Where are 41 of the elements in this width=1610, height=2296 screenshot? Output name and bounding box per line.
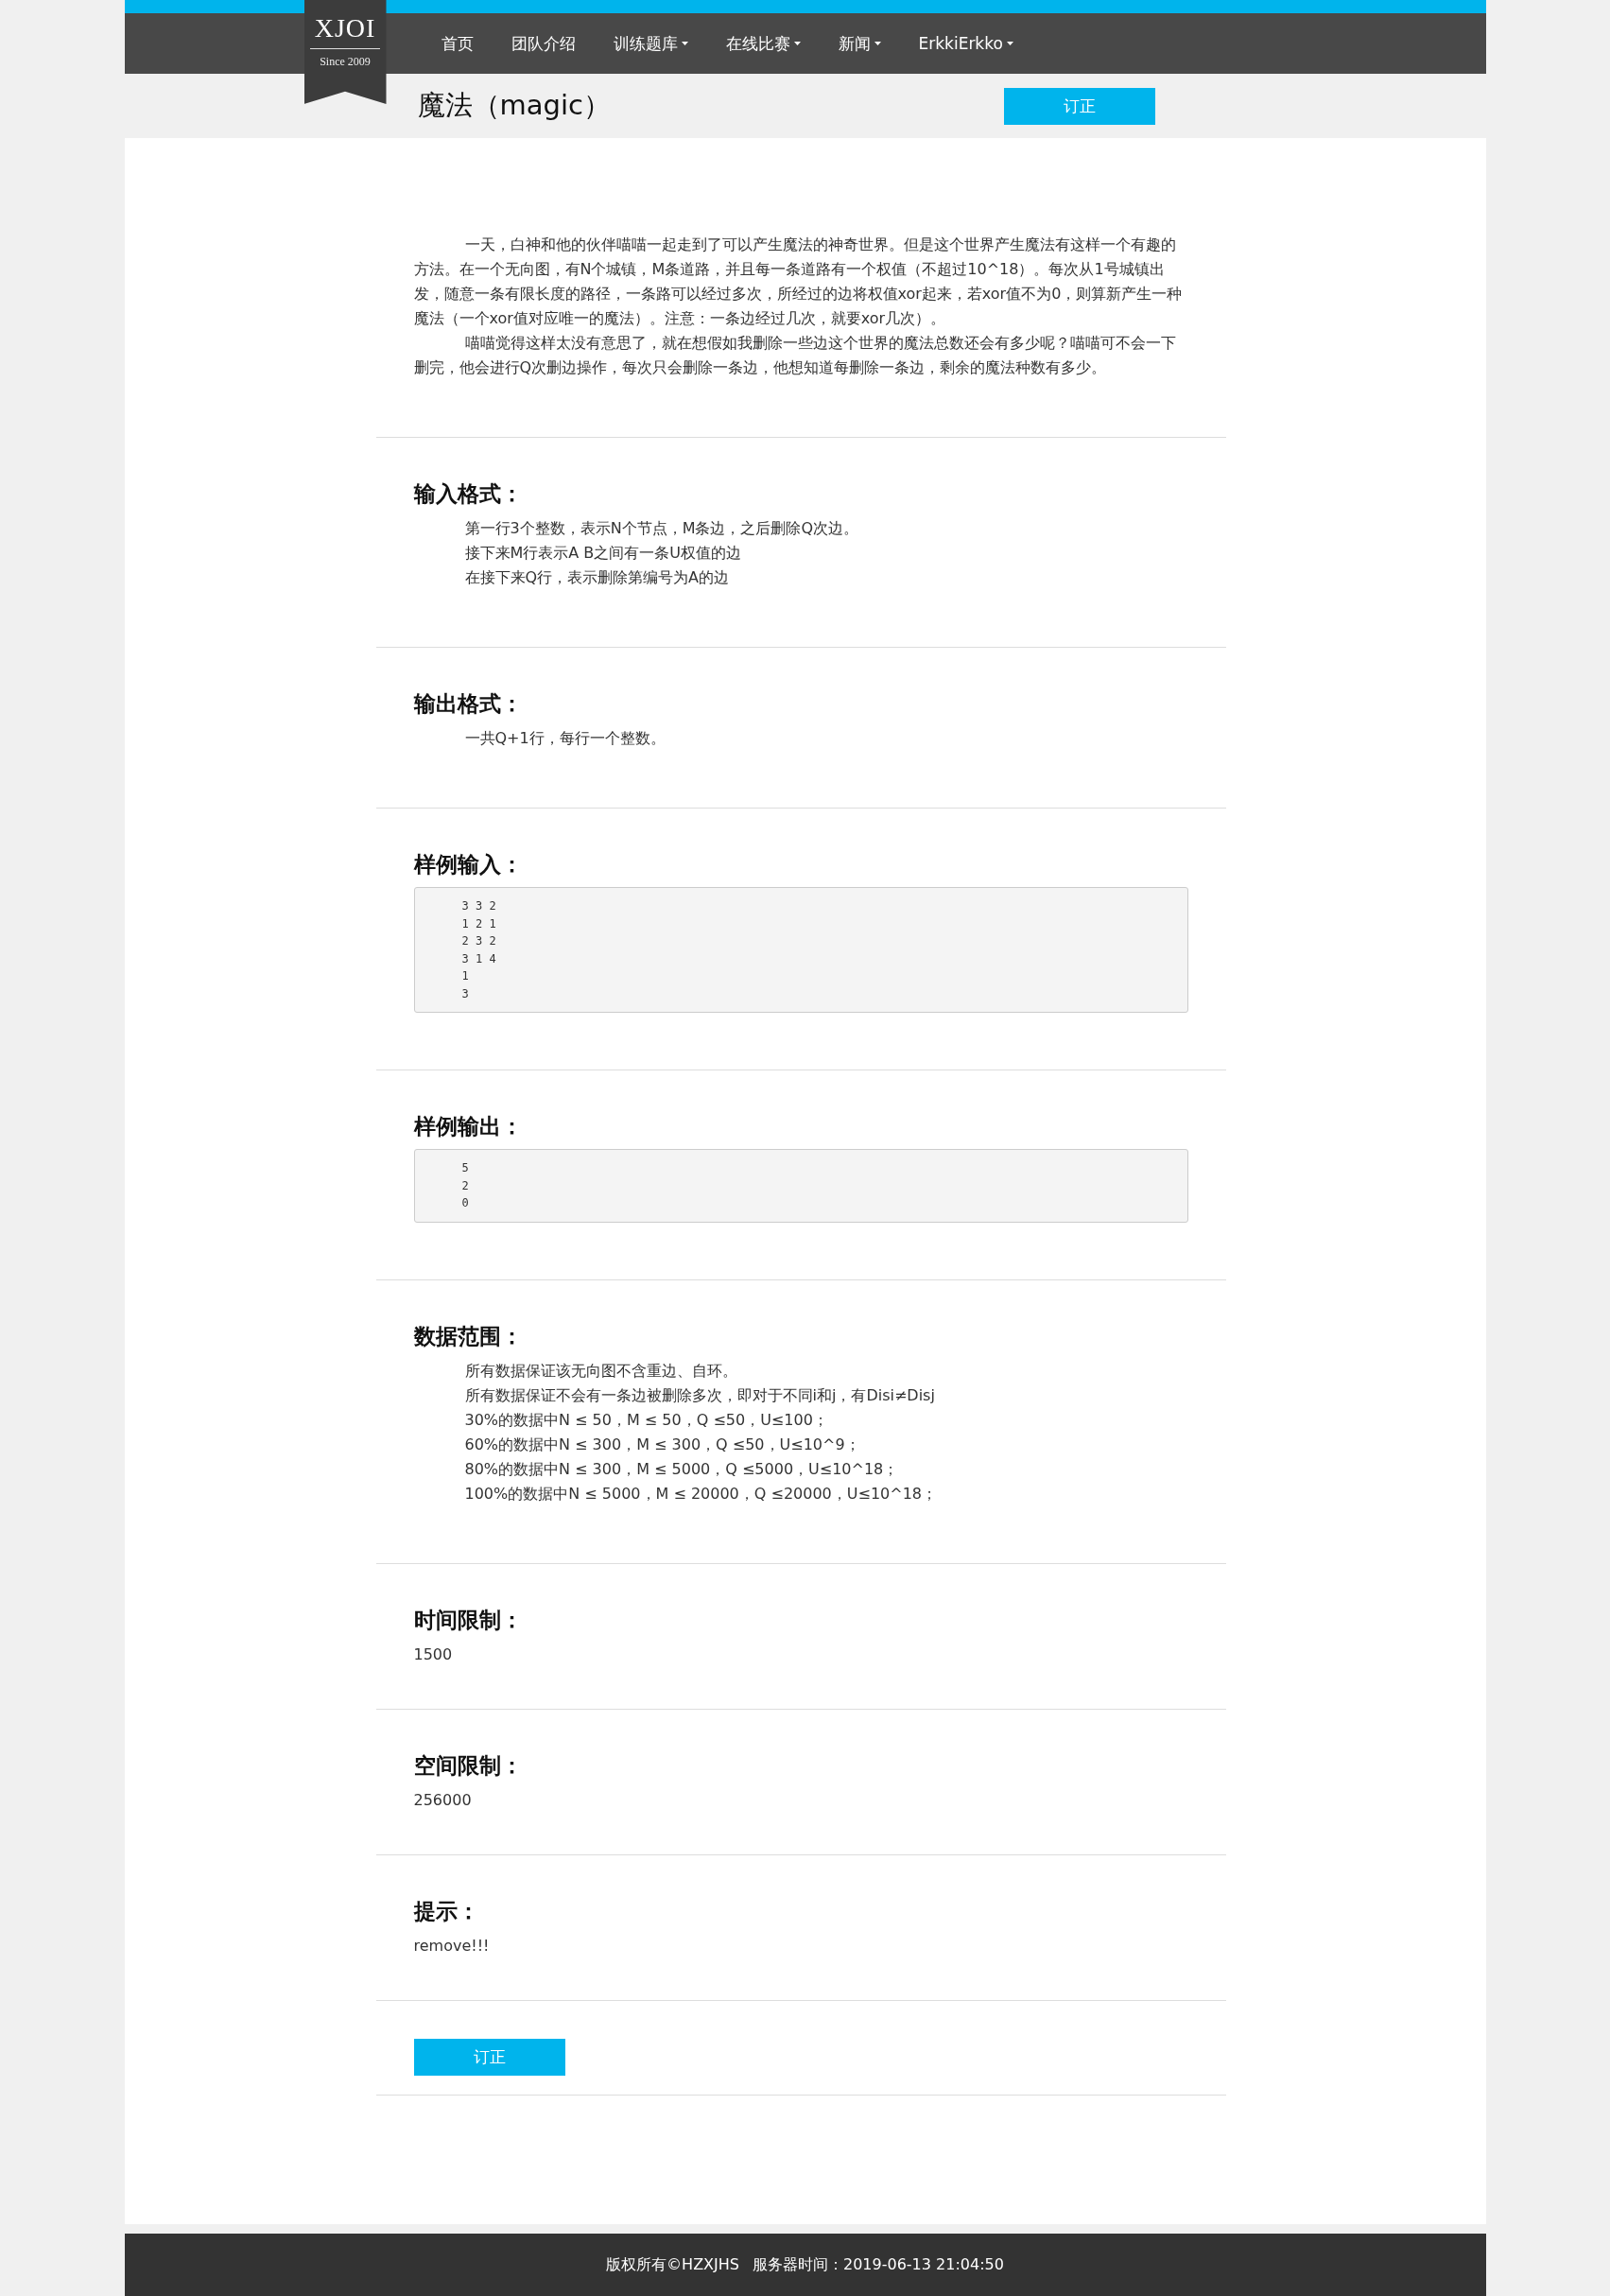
section-text: 80%的数据中N ≤ 300，M ≤ 5000，Q ≤5000，U≤10^18；	[463, 1458, 900, 1480]
section-heading: 样例输入：	[413, 851, 524, 878]
statement-paragraph: 喵喵觉得这样太没有意思了，就在想假如我删除一些边这个世界的魔法总数还会有多少呢？喵喵可不会一下删完，他会进行Q次删边操作，每次只会删除一条边，他想知道每删除一条边，剩余的魔法种数有多少。	[413, 333, 1177, 378]
section-text: 60%的数据中N ≤ 300，M ≤ 300，Q ≤50，U≤10^9；	[463, 1434, 861, 1455]
section-text: 30%的数据中N ≤ 50，M ≤ 50，Q ≤50，U≤100；	[463, 1409, 829, 1431]
nav-link[interactable]: ErkkiErkko	[899, 34, 1032, 53]
section-text: 所有数据保证该无向图不含重边、自环。	[463, 1360, 738, 1382]
nav-link[interactable]: 首页	[422, 32, 493, 55]
section-text: 在接下来Q行，表示删除第编号为A的边	[463, 567, 731, 588]
section-text: 100%的数据中N ≤ 5000，M ≤ 20000，Q ≤20000，U≤10^18；	[463, 1483, 938, 1505]
nav-link[interactable]: 在线比赛	[706, 32, 820, 55]
section-heading: 提示：	[413, 1897, 480, 1925]
logo-since: Since 2009	[320, 55, 371, 69]
section-value: 1500	[413, 1644, 454, 1665]
section-heading: 数据范围：	[413, 1322, 524, 1350]
nav-link[interactable]: 新闻	[819, 32, 900, 55]
problem-title: 魔法（magic）	[417, 88, 611, 123]
logo-ribbon[interactable]: XJOI Since 2009	[303, 0, 387, 104]
section-text: 一共Q+1行，每行一个整数。	[463, 728, 667, 749]
statement-paragraph: 一天，白神和他的伙伴喵喵一起走到了可以产生魔法的神奇世界。但是这个世界产生魔法有这样一个有趣的方法。在一个无向图，有N个城镇，M条道路，并且每一条道路有一个权值（不超过10^18）。每次从1号城镇出发，随意一条有限长度的路径，一条路可以经过多次，所经过的边将权值xor起来，若xor值不为0，则算新产生一种魔法（一个xor值对应唯一的魔法）。注意：一条边经过几次，就要xor几次）。	[413, 235, 1184, 329]
nav-link[interactable]: 团队介绍	[492, 32, 595, 55]
sample-code-block: 5 2 0	[413, 1149, 1188, 1223]
section-value: remove!!!	[413, 1935, 491, 1957]
section-value: 256000	[413, 1789, 473, 1811]
caret-icon	[681, 42, 688, 45]
section-heading: 输入格式：	[413, 480, 524, 508]
server-time-text: 服务器时间：2019-06-13 21:04:50	[752, 2254, 1004, 2275]
caret-icon	[793, 42, 801, 45]
section-text: 所有数据保证不会有一条边被删除多次，即对于不同i和j，有Disi≠Disj	[463, 1384, 936, 1406]
section-heading: 空间限制：	[413, 1751, 524, 1780]
copyright-text: 版权所有©HZXJHS	[606, 2254, 739, 2275]
section-heading: 时间限制：	[413, 1606, 524, 1634]
section-text: 接下来M行表示A B之间有一条U权值的边	[463, 543, 743, 564]
sample-code-block: 3 3 2 1 2 1 2 3 2 3 1 4 1 3	[413, 887, 1188, 1013]
nav-link[interactable]: 训练题库	[594, 32, 707, 55]
section-heading: 输出格式：	[413, 690, 524, 718]
caret-icon	[1006, 42, 1013, 45]
caret-icon	[874, 42, 881, 45]
section-text: 第一行3个整数，表示N个节点，M条边，之后删除Q次边。	[463, 518, 860, 539]
logo-text: XJOI	[310, 15, 380, 49]
section-heading: 样例输出：	[413, 1113, 524, 1140]
